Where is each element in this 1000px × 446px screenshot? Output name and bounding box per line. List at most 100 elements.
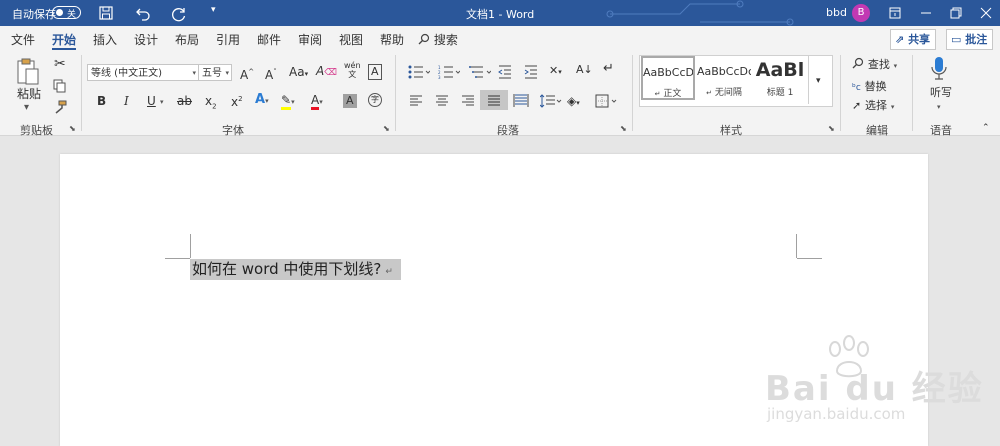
align-right-icon[interactable] [461, 95, 475, 107]
voice-group-label: 语音 [930, 124, 952, 137]
bold-icon[interactable]: B [97, 94, 106, 108]
font-group-label: 字体 [222, 124, 244, 137]
justify-button[interactable] [480, 90, 508, 110]
microphone-icon[interactable] [930, 56, 948, 82]
decrease-indent-icon[interactable] [498, 65, 512, 79]
tab-review[interactable]: 审阅 [298, 31, 322, 48]
paste-dropdown-icon[interactable]: ▾ [24, 101, 29, 115]
share-icon: ⇗ [895, 33, 905, 46]
paragraph-group-label: 段落 [497, 124, 519, 137]
tab-layout[interactable]: 布局 [175, 31, 199, 48]
subscript-icon[interactable]: x2 [205, 94, 217, 113]
enclose-character-circle-icon[interactable]: 字 [368, 93, 382, 107]
distributed-icon[interactable] [513, 94, 529, 108]
collapse-ribbon-icon[interactable]: ⌃ [982, 121, 990, 135]
ribbon-display-icon[interactable] [885, 3, 905, 23]
styles-launcher-icon[interactable]: ⬊ [828, 122, 835, 136]
font-color-icon[interactable]: A▾ [311, 93, 323, 110]
clear-formatting-icon[interactable]: A⌫ [316, 64, 337, 80]
save-icon[interactable] [96, 3, 116, 23]
align-left-icon[interactable] [409, 95, 423, 107]
style-no-spacing[interactable]: AaBbCcDc ↵ 无间隔 [697, 57, 751, 103]
bullets-icon[interactable] [408, 65, 430, 79]
chevron-down-icon: ▾ [816, 76, 821, 86]
baidu-watermark: Bai du 经验 jingyan.baidu.com [765, 335, 1000, 446]
comments-button[interactable]: ▭ 批注 [946, 29, 994, 50]
minimize-icon[interactable] [916, 3, 936, 23]
tab-help[interactable]: 帮助 [380, 31, 404, 48]
styles-group-label: 样式 [720, 124, 742, 137]
restore-icon[interactable] [946, 3, 966, 23]
phonetic-guide-icon[interactable]: wén 文 [344, 61, 361, 79]
avatar[interactable]: B [852, 4, 870, 22]
styles-more-button[interactable]: ▾ [808, 56, 831, 104]
increase-indent-icon[interactable] [524, 65, 538, 79]
paste-label[interactable]: 粘贴 [17, 87, 41, 101]
replace-button[interactable]: ᵇc 替换 [852, 78, 887, 94]
enclose-characters-icon[interactable]: A [368, 64, 382, 80]
character-shading-icon[interactable]: A [343, 94, 357, 108]
tab-insert[interactable]: 插入 [93, 31, 117, 48]
tab-home[interactable]: 开始 [52, 31, 77, 50]
font-launcher-icon[interactable]: ⬊ [383, 122, 390, 136]
tab-view[interactable]: 视图 [339, 31, 363, 48]
undo-icon[interactable] [133, 3, 153, 23]
select-button[interactable]: ➚ 选择 ▾ [852, 97, 894, 113]
chevron-down-icon[interactable]: ▾ [937, 100, 941, 114]
share-label: 共享 [908, 33, 931, 46]
selected-text[interactable]: 如何在 word 中使用下划线? ↵ [190, 259, 401, 280]
dictate-label[interactable]: 听写 [930, 86, 952, 100]
autosave-toggle[interactable]: 关 [52, 6, 81, 20]
style-label-row: ↵ 无间隔 [706, 88, 742, 98]
text-effects-icon[interactable]: A▾ [255, 93, 269, 108]
cut-icon[interactable]: ✂ [54, 57, 66, 71]
user-name[interactable]: bbd [826, 6, 847, 19]
paste-icon[interactable] [15, 57, 41, 87]
line-spacing-icon[interactable] [540, 94, 562, 108]
paragraph-launcher-icon[interactable]: ⬊ [620, 122, 627, 136]
tab-mailings[interactable]: 邮件 [257, 31, 281, 48]
font-name-combo[interactable]: 等线 (中文正文) ▾ [87, 64, 199, 81]
tab-references[interactable]: 引用 [216, 31, 240, 48]
align-center-icon[interactable] [435, 95, 449, 107]
replace-label: 替换 [864, 80, 887, 93]
tab-design[interactable]: 设计 [134, 31, 158, 48]
search-box[interactable]: 搜索 [418, 31, 458, 48]
shading-icon[interactable]: ◈▾ [567, 94, 580, 110]
copy-icon[interactable] [53, 79, 67, 93]
find-button[interactable]: 查找 ▾ [852, 56, 897, 72]
underline-icon[interactable]: U [147, 94, 156, 108]
tab-file[interactable]: 文件 [11, 31, 35, 48]
underline-dropdown-icon[interactable]: ▾ [160, 95, 164, 109]
chevron-down-icon: ▾ [225, 69, 229, 77]
customize-toolbar-icon[interactable]: ▾ [211, 5, 216, 15]
style-normal[interactable]: AaBbCcDc ↵ 正文 [641, 56, 695, 100]
change-case-icon[interactable]: Aa▾ [289, 65, 308, 81]
numbering-icon[interactable]: 123 [438, 65, 460, 79]
strikethrough-icon[interactable]: ab [177, 94, 192, 108]
multilevel-list-icon[interactable] [469, 65, 491, 79]
style-label: 标题 1 [766, 88, 794, 98]
redo-icon[interactable] [169, 3, 189, 23]
search-icon [418, 33, 430, 45]
close-icon[interactable] [976, 3, 996, 23]
ribbon-separator [632, 55, 633, 131]
watermark-brand: Bai du 经验 [765, 369, 984, 409]
style-preview: AaBbCcDc [643, 66, 693, 79]
show-hide-marks-icon[interactable]: ↵ [603, 62, 614, 76]
format-painter-icon[interactable] [53, 100, 67, 114]
borders-icon[interactable] [595, 94, 619, 108]
style-heading-1[interactable]: AaBl 标题 1 [753, 57, 807, 103]
style-label: 正文 [663, 89, 682, 99]
share-button[interactable]: ⇗ 共享 [890, 29, 937, 50]
asian-layout-icon[interactable]: ✕▾ [549, 64, 562, 79]
shrink-font-icon[interactable]: A˅ [265, 65, 277, 82]
margin-mark [797, 258, 822, 259]
italic-icon[interactable]: I [124, 94, 129, 108]
grow-font-icon[interactable]: A^ [240, 65, 254, 82]
clipboard-launcher-icon[interactable]: ⬊ [69, 122, 76, 136]
highlight-icon[interactable]: ✎▾ [281, 93, 295, 110]
font-size-combo[interactable]: 五号 ▾ [198, 64, 232, 81]
sort-icon[interactable]: A↓ [576, 63, 593, 77]
superscript-icon[interactable]: x2 [231, 92, 243, 109]
